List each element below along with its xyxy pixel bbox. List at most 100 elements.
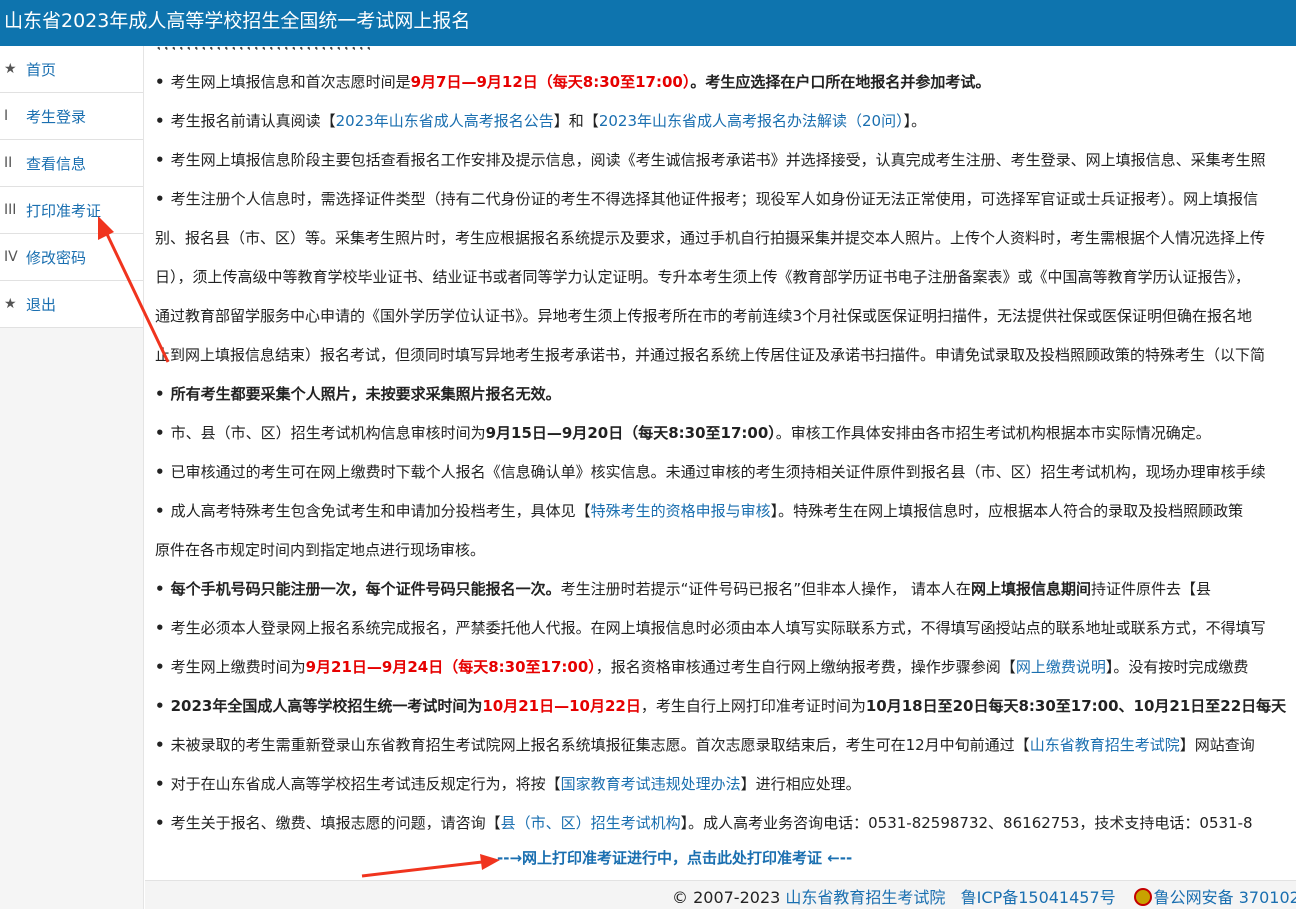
- notice-item: • 所有考生都要采集个人照片，未按要求采集照片报名无效。: [155, 375, 561, 414]
- notice-item: • 成人高考特殊考生包含免试考生和申请加分投档考生，具体见【特殊考生的资格申报与审…: [155, 492, 1243, 531]
- page-header: 山东省2023年成人高等学校招生全国统一考试网上报名: [0, 0, 1296, 46]
- bullet: •: [155, 502, 165, 520]
- clipped-text-line: ，，，，，，，，，，，，，，，，，，，，，，，，，，，，，: [155, 46, 380, 50]
- notice-text: 对于在山东省成人高等学校招生考试违反规定行为，将按【: [170, 775, 561, 793]
- notice-text: 日），须上传高级中等教育学校毕业证书、结业证书或者同等学力认定证明。专升本考生须…: [155, 268, 1251, 286]
- highlight-date: 9月21日—9月24日（每天8:30至17:00）: [305, 658, 596, 676]
- violation-rules-link[interactable]: 国家教育考试违规处理办法: [561, 775, 741, 793]
- notice-text: 所有考生都要采集个人照片，未按要求采集照片报名无效。: [170, 385, 561, 403]
- notice-text: 】。特殊考生在网上填报信息时，应根据本人符合的录取及投档照顾政策: [770, 502, 1244, 520]
- notice-text: 。考生应选择在户口所在地报名并参加考试。: [690, 73, 991, 91]
- notice-text: 】和【: [553, 112, 599, 130]
- bullet: •: [155, 424, 165, 442]
- notice-text: 市、县（市、区）招生考试机构信息审核时间为: [170, 424, 486, 442]
- faq-link[interactable]: 2023年山东省成人高考报名办法解读（20问）: [599, 112, 904, 130]
- star-icon: ★: [4, 296, 17, 312]
- notice-text: 网上填报信息期间: [970, 580, 1091, 598]
- exam-institute-link[interactable]: 山东省教育招生考试院: [1030, 736, 1180, 754]
- bullet: •: [155, 463, 165, 481]
- announcement-link[interactable]: 2023年山东省成人高考报名公告: [336, 112, 554, 130]
- notice-item: • 考生报名前请认真阅读【2023年山东省成人高考报名公告】和【2023年山东省成…: [155, 102, 926, 141]
- print-admission-ticket-link[interactable]: --→网上打印准考证进行中，点击此处打印准考证 ←--: [497, 847, 852, 868]
- notice-text: 】。: [903, 112, 927, 130]
- highlight-date: 9月7日—9月12日（每天8:30至17:00）: [410, 73, 691, 91]
- notice-item: • 2023年全国成人高等学校招生统一考试时间为10月21日—10月22日，考生自…: [155, 687, 1286, 726]
- notice-text: 考生注册时若提示“证件号码已报名”但非本人操作， 请本人在: [560, 580, 971, 598]
- bullet: •: [155, 580, 165, 598]
- notice-text: 】。成人高考业务咨询电话：0531-82598732、86162753，技术支持…: [680, 814, 1253, 832]
- notice-content: ，，，，，，，，，，，，，，，，，，，，，，，，，，，，， • 考生网上填报信息和…: [145, 46, 1296, 880]
- sidebar-item-logout[interactable]: ★ 退出: [0, 281, 143, 328]
- page-footer: © 2007-2023 山东省教育招生考试院 鲁ICP备15041457号 鲁公网…: [145, 880, 1296, 909]
- sidebar-item-change-password[interactable]: IV 修改密码: [0, 234, 143, 281]
- bullet: •: [155, 658, 165, 676]
- sidebar-item-label: 首页: [26, 60, 57, 79]
- payment-guide-link[interactable]: 网上缴费说明: [1016, 658, 1106, 676]
- notice-text: 每个手机号码只能注册一次，每个证件号码只能报名一次。: [170, 580, 561, 598]
- notice-text: 通过教育部留学服务中心申请的《国外学历学位认证书》。异地考生须上传报考所在市的考…: [155, 307, 1253, 325]
- notice-text: 2023年全国成人高等学校招生统一考试时间为: [170, 697, 483, 715]
- notice-item: • 市、县（市、区）招生考试机构信息审核时间为9月15日—9月20日（每天8:30…: [155, 414, 1211, 453]
- sidebar-item-label: 修改密码: [26, 248, 87, 267]
- sidebar-item-label: 退出: [26, 295, 57, 314]
- sidebar-item-login[interactable]: I 考生登录: [0, 93, 143, 140]
- notice-text: 成人高考特殊考生包含免试考生和申请加分投档考生，具体见【: [170, 502, 591, 520]
- bullet: •: [155, 385, 165, 403]
- notice-text: 考生网上缴费时间为: [170, 658, 306, 676]
- notice-text: 】网站查询: [1179, 736, 1255, 754]
- notice-item: • 考生必须本人登录网上报名系统完成报名，严禁委托他人代报。在网上填报信息时必须由…: [155, 609, 1266, 648]
- notice-item: • 考生网上缴费时间为9月21日—9月24日（每天8:30至17:00），报名资格…: [155, 648, 1248, 687]
- notice-item: • 对于在山东省成人高等学校招生考试违反规定行为，将按【国家教育考试违规处理办法】…: [155, 765, 861, 804]
- icp-link[interactable]: 鲁ICP备15041457号: [961, 888, 1116, 907]
- notice-item: • 考生关于报名、缴费、填报志愿的问题，请咨询【县（市、区）招生考试机构】。成人高…: [155, 804, 1253, 843]
- bullet: •: [155, 112, 165, 130]
- notice-text: 考生网上填报信息和首次志愿时间是: [170, 73, 411, 91]
- notice-text: 原件在各市规定时间内到指定地点进行现场审核。: [155, 541, 486, 559]
- notice-text: 持证件原件去【县: [1090, 580, 1211, 598]
- special-candidates-link[interactable]: 特殊考生的资格申报与审核: [591, 502, 771, 520]
- bullet: •: [155, 736, 165, 754]
- notice-text: 已审核通过的考生可在网上缴费时下载个人报名《信息确认单》核实信息。未通过审核的考…: [170, 463, 1266, 481]
- step-numeral: IV: [4, 249, 18, 265]
- notice-item: • 每个手机号码只能注册一次，每个证件号码只能报名一次。考生注册时若提示“证件号码…: [155, 570, 1211, 609]
- notice-text: 未被录取的考生需重新登录山东省教育招生考试院网上报名系统填报征集志愿。首次志愿录…: [170, 736, 1030, 754]
- step-numeral: II: [4, 155, 13, 171]
- bullet: •: [155, 775, 165, 793]
- notice-text: 考生网上填报信息阶段主要包括查看报名工作安排及提示信息，阅读《考生诚信报考承诺书…: [170, 151, 1266, 169]
- notice-text: ，报名资格审核通过考生自行网上缴纳报考费，操作步骤参阅【: [595, 658, 1016, 676]
- bullet: •: [155, 697, 165, 715]
- notice-text: 考生注册个人信息时，需选择证件类型（持有二代身份证的考生不得选择其他证件报考；现…: [170, 190, 1259, 208]
- notice-item: • 考生注册个人信息时，需选择证件类型（持有二代身份证的考生不得选择其他证件报考；…: [155, 180, 1258, 219]
- footer-text: © 2007-2023 山东省教育招生考试院 鲁ICP备15041457号 鲁公网…: [672, 884, 1296, 908]
- notice-text: 】进行相应处理。: [740, 775, 861, 793]
- copyright: © 2007-2023: [672, 888, 781, 907]
- sidebar-item-view-info[interactable]: II 查看信息: [0, 140, 143, 187]
- highlight-date: 10月18日至20日每天8:30至17:00、10月21日至22日每天: [865, 697, 1287, 715]
- notice-text: 】。没有按时完成缴费: [1105, 658, 1249, 676]
- notice-text: 。审核工作具体安排由各市招生考试机构根据本市实际情况确定。: [775, 424, 1211, 442]
- notice-text: 考生关于报名、缴费、填报志愿的问题，请咨询【: [170, 814, 501, 832]
- bullet: •: [155, 151, 165, 169]
- step-numeral: I: [4, 108, 9, 124]
- notice-text: 考生报名前请认真阅读【: [170, 112, 336, 130]
- sidebar-item-print-admission-ticket[interactable]: III 打印准考证: [0, 187, 143, 234]
- sidebar-nav: ★ 首页 I 考生登录 II 查看信息 III 打印准考证 IV 修改密码 ★ …: [0, 46, 144, 909]
- page-title: 山东省2023年成人高等学校招生全国统一考试网上报名: [4, 10, 471, 32]
- highlight-date: 10月21日—10月22日: [482, 697, 641, 715]
- sidebar-item-home[interactable]: ★ 首页: [0, 46, 143, 93]
- notice-item: • 未被录取的考生需重新登录山东省教育招生考试院网上报名系统填报征集志愿。首次志愿…: [155, 726, 1255, 765]
- notice-item: • 考生网上填报信息和首次志愿时间是9月7日—9月12日（每天8:30至17:00…: [155, 63, 990, 102]
- notice-item: • 已审核通过的考生可在网上缴费时下载个人报名《信息确认单》核实信息。未通过审核的…: [155, 453, 1266, 492]
- notice-item: • 考生网上填报信息阶段主要包括查看报名工作安排及提示信息，阅读《考生诚信报考承诺…: [155, 141, 1266, 180]
- step-numeral: III: [4, 202, 17, 218]
- bullet: •: [155, 73, 165, 91]
- sidebar-item-label: 打印准考证: [26, 201, 102, 220]
- police-badge-icon: [1133, 888, 1152, 906]
- bullet: •: [155, 814, 165, 832]
- highlight-date: 9月15日—9月20日（每天8:30至17:00）: [485, 424, 776, 442]
- police-record-link[interactable]: 鲁公网安备 37010202: [1154, 888, 1296, 907]
- notice-text: 别、报名县（市、区）等。采集考生照片时，考生应根据报名系统提示及要求，通过手机自…: [155, 229, 1266, 247]
- exam-office-link[interactable]: 县（市、区）招生考试机构: [501, 814, 681, 832]
- footer-org-link[interactable]: 山东省教育招生考试院: [785, 888, 945, 907]
- bullet: •: [155, 619, 165, 637]
